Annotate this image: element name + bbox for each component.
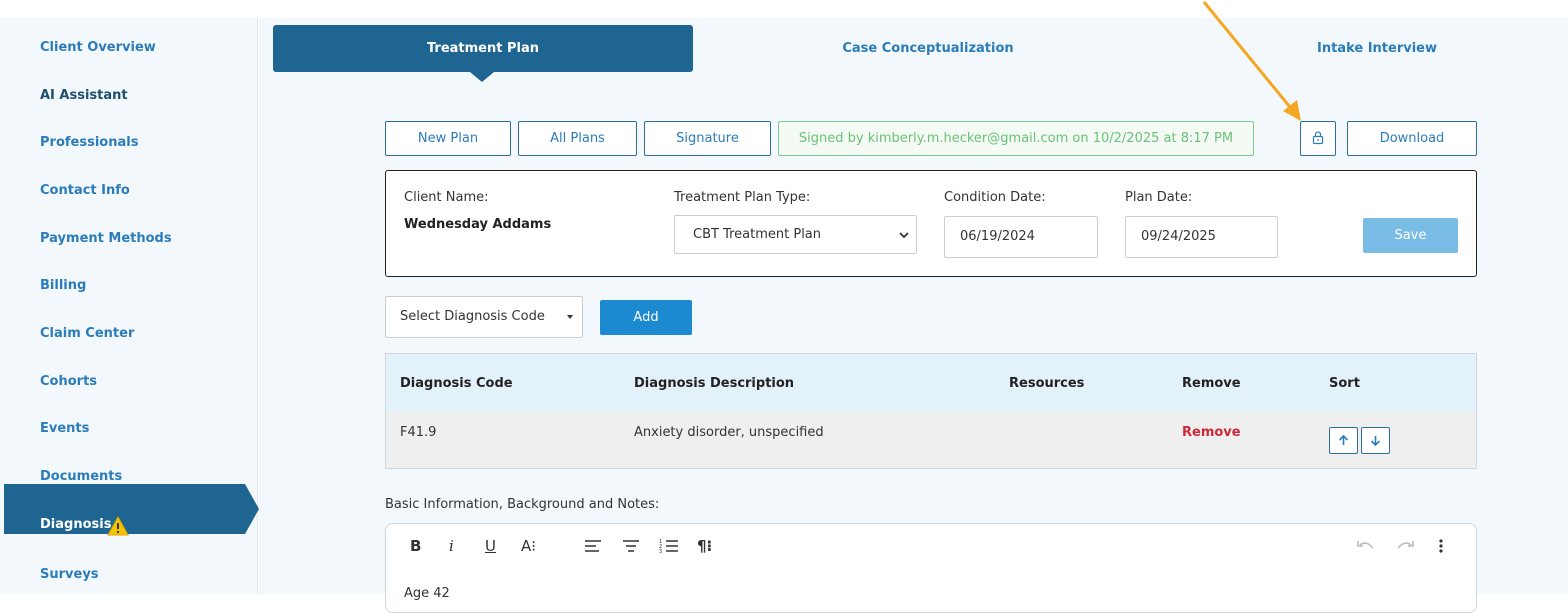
download-button[interactable]: Download [1347,121,1477,156]
signature-button[interactable]: Signature [644,121,771,156]
sidebar-item-events[interactable]: Events [40,421,89,436]
numbered-list-icon[interactable]: 1 2 3 [659,538,679,554]
tab-treatment-plan[interactable]: Treatment Plan [273,25,693,72]
plan-type-label: Treatment Plan Type: [674,190,811,205]
diagnosis-code-placeholder: Select Diagnosis Code [400,309,545,324]
lock-button[interactable] [1300,121,1336,156]
sidebar-item-ai-assistant[interactable]: AI Assistant [40,88,128,103]
table-header: Diagnosis Code Diagnosis Description Res… [386,354,1476,412]
sidebar-item-contact-info[interactable]: Contact Info [40,183,130,198]
tab-case-conceptualization[interactable]: Case Conceptualization [760,25,1096,72]
diagnosis-table: Diagnosis Code Diagnosis Description Res… [385,353,1477,469]
client-name-value: Wednesday Addams [404,217,552,232]
sidebar-item-client-overview[interactable]: Client Overview [40,40,156,55]
sidebar-item-payment-methods[interactable]: Payment Methods [40,231,172,246]
active-indicator-arrow [245,484,259,534]
italic-button[interactable]: i [449,537,454,555]
sidebar-item-claim-center[interactable]: Claim Center [40,326,134,341]
sort-up-button[interactable] [1329,427,1358,454]
sidebar-item-professionals[interactable]: Professionals [40,135,138,150]
active-tab-arrow [470,72,494,82]
sidebar-item-billing[interactable]: Billing [40,278,86,293]
plan-type-select[interactable]: CBT Treatment Plan [674,215,917,254]
chevron-down-icon [899,232,909,239]
condition-date-label: Condition Date: [944,190,1046,205]
sidebar-item-cohorts[interactable]: Cohorts [40,374,97,389]
client-name-label: Client Name: [404,190,489,205]
condition-date-input[interactable]: 06/19/2024 [944,216,1098,258]
notes-label: Basic Information, Background and Notes: [385,497,660,512]
table-row: F41.9 Anxiety disorder, unspecified Remo… [386,412,1476,468]
plan-type-value: CBT Treatment Plan [693,227,822,242]
diagnosis-description-cell: Anxiety disorder, unspecified [634,425,824,440]
warning-icon [107,516,129,536]
sort-down-button[interactable] [1361,427,1390,454]
sidebar-item-surveys[interactable]: Surveys [40,567,99,582]
sidebar-item-documents[interactable]: Documents [40,469,122,484]
all-plans-button[interactable]: All Plans [518,121,637,156]
arrow-down-icon [1370,436,1381,447]
caret-down-icon [567,315,573,319]
header-diagnosis-code: Diagnosis Code [400,376,513,391]
diagnosis-code-cell: F41.9 [400,425,437,440]
notes-editor[interactable]: B i U A⁝ 1 2 3 ¶⁝ Age 42 [385,523,1477,613]
add-diagnosis-button[interactable]: Add [600,300,692,335]
underline-button[interactable]: U [485,537,496,555]
align-center-icon[interactable] [622,539,640,553]
save-button[interactable]: Save [1363,218,1458,253]
sidebar-item-diagnosis-label[interactable]: Diagnosis [40,517,111,532]
arrow-up-icon [1338,434,1349,445]
plan-date-input[interactable]: 09/24/2025 [1125,216,1278,258]
signed-status: Signed by kimberly.m.hecker@gmail.com on… [778,121,1254,156]
font-size-button[interactable]: A⁝ [521,537,536,555]
redo-icon[interactable] [1395,539,1415,553]
paragraph-format-button[interactable]: ¶⁝ [697,537,712,555]
more-options-icon[interactable] [1438,538,1444,554]
diagnosis-code-select[interactable]: Select Diagnosis Code [385,296,583,338]
header-diagnosis-description: Diagnosis Description [634,376,795,391]
header-sort: Sort [1329,376,1360,391]
tab-intake-interview[interactable]: Intake Interview [1210,25,1544,72]
lock-icon [1312,131,1324,145]
header-resources: Resources [1009,376,1085,391]
remove-link[interactable]: Remove [1182,425,1241,440]
bold-button[interactable]: B [410,537,421,555]
top-strip [0,0,1568,18]
svg-text:3: 3 [659,549,662,554]
header-remove: Remove [1182,376,1241,391]
align-left-icon[interactable] [584,539,602,553]
new-plan-button[interactable]: New Plan [385,121,511,156]
undo-icon[interactable] [1356,539,1376,553]
plan-date-label: Plan Date: [1125,190,1193,205]
